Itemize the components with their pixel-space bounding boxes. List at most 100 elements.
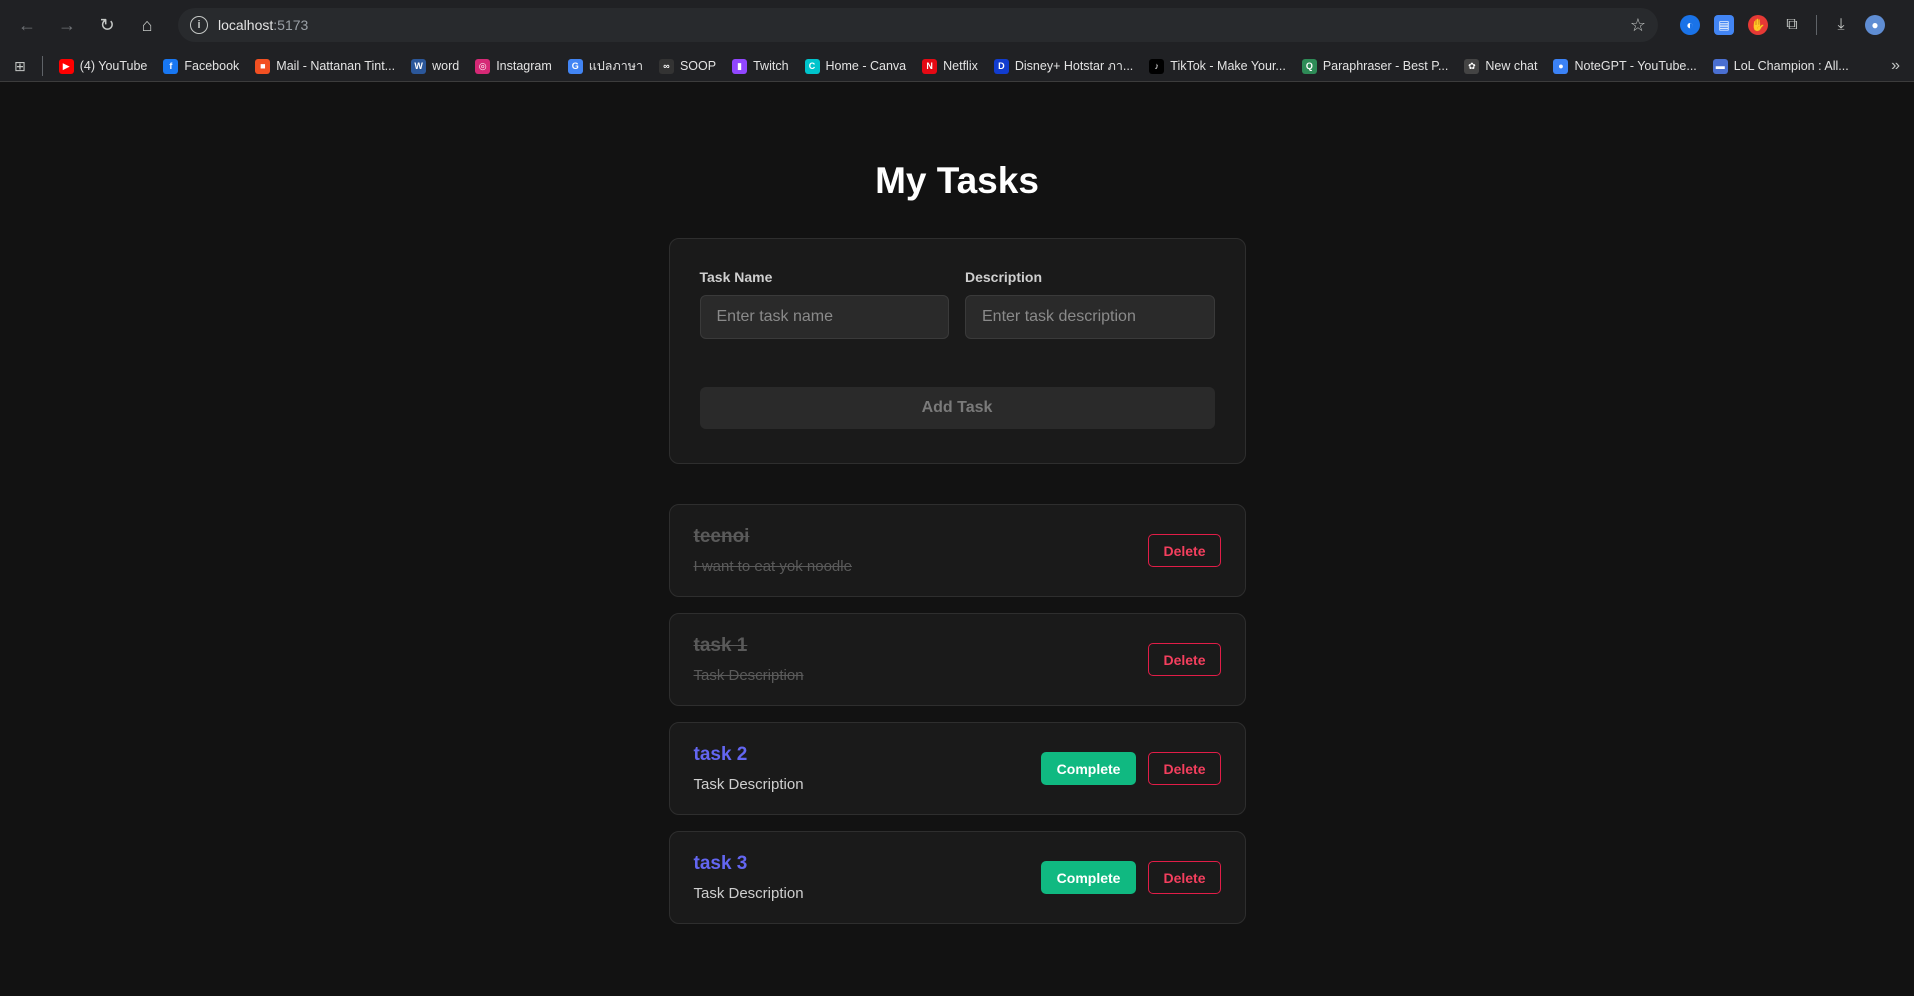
bookmark-label: Facebook xyxy=(184,59,240,73)
bookmark-item[interactable]: Wword xyxy=(411,58,460,74)
bookmark-label: (4) YouTube xyxy=(79,59,148,73)
bookmark-item[interactable]: ▬ LoL Champion : All... xyxy=(1712,58,1849,74)
notegpt-icon: ● xyxy=(1553,58,1569,74)
task-text: task 1 Task Description xyxy=(694,635,804,684)
bookmark-item[interactable]: Q Paraphraser - Best P... xyxy=(1301,58,1449,74)
microsoft-icon: ■ xyxy=(255,58,271,74)
soop-icon: ∞ xyxy=(658,58,674,74)
add-task-form: Task Name Description Add Task xyxy=(668,238,1246,464)
task-description: Task Description xyxy=(693,776,804,793)
task-card: task 1 Task Description Delete xyxy=(668,613,1246,706)
bookmark-label: LoL Champion : All... xyxy=(1733,59,1849,73)
bookmark-label: NoteGPT - YouTube... xyxy=(1574,59,1697,73)
task-actions: Delete xyxy=(1148,534,1221,567)
back-arrow-icon[interactable]: ← xyxy=(10,8,44,42)
description-label: Description xyxy=(965,269,1043,285)
paraphraser-icon: Q xyxy=(1301,58,1317,74)
url-host: localhost xyxy=(218,17,274,33)
address-bar[interactable]: i localhost:5173 ☆ xyxy=(178,8,1658,42)
apps-grid-icon[interactable]: ⊞ xyxy=(14,58,26,75)
bookmark-label: word xyxy=(432,59,460,73)
bookmark-item[interactable]: N Netflix xyxy=(922,58,978,74)
bookmarks-bar: ⊞ ▶ (4) YouTube f Facebook ■ Mail - Nattanan … xyxy=(0,50,1914,82)
docs-extension-icon[interactable]: ▤ xyxy=(1714,15,1734,35)
url-text[interactable]: localhost:5173 xyxy=(218,17,308,33)
task-name: task 3 xyxy=(693,853,748,874)
task-name-field: Task Name xyxy=(699,269,949,339)
disney-icon: D xyxy=(993,58,1009,74)
task-app: My Tasks Task Name Description Add Task … xyxy=(0,82,1914,996)
description-input[interactable] xyxy=(965,295,1215,339)
bookmark-item[interactable]: ✿ New chat xyxy=(1464,58,1538,74)
extensions-area: ◐ ▤ ✋ ⧉ ⤓ ● xyxy=(1680,15,1885,35)
home-icon[interactable]: ⌂ xyxy=(130,8,164,42)
canva-icon: C xyxy=(804,58,820,74)
task-name: teenoi xyxy=(693,526,750,547)
browser-toolbar: ← → ↻ ⌂ i localhost:5173 ☆ ◐ ▤ ✋ ⧉ ⤓ ● xyxy=(0,0,1914,50)
forward-arrow-icon[interactable]: → xyxy=(50,8,84,42)
task-name-label: Task Name xyxy=(699,269,773,285)
task-actions: Delete xyxy=(1148,643,1221,676)
twitch-icon: ▮ xyxy=(732,58,748,74)
bookmark-label: TikTok - Make Your... xyxy=(1170,59,1286,73)
bookmark-label: Disney+ Hotstar ภา... xyxy=(1014,59,1134,73)
bookmark-star-icon[interactable]: ☆ xyxy=(1630,15,1646,36)
bookmark-item[interactable]: ∞ SOOP xyxy=(658,58,716,74)
translate-icon: G xyxy=(567,58,583,74)
task-card: task 2 Task Description Complete Delete xyxy=(668,722,1246,815)
form-fields: Task Name Description xyxy=(699,269,1215,339)
description-field: Description xyxy=(965,269,1215,339)
task-name: task 2 xyxy=(693,744,748,765)
task-actions: Complete Delete xyxy=(1040,752,1221,785)
bookmark-label: New chat xyxy=(1485,59,1538,73)
bookmark-item[interactable]: ♪ TikTok - Make Your... xyxy=(1149,58,1286,74)
bookmark-item[interactable]: ◎ Instagram xyxy=(475,58,552,74)
page-title: My Tasks xyxy=(875,160,1039,201)
bookmark-item[interactable]: ■ Mail - Nattanan Tint... xyxy=(255,58,395,74)
bookmark-item[interactable]: ▶ (4) YouTube xyxy=(58,58,148,74)
chatgpt-icon: ✿ xyxy=(1464,58,1480,74)
bookmark-label: Twitch xyxy=(753,59,789,73)
task-name: task 1 xyxy=(693,635,748,656)
browser-chrome: ← → ↻ ⌂ i localhost:5173 ☆ ◐ ▤ ✋ ⧉ ⤓ ● ⊞… xyxy=(0,0,1914,82)
task-list: teenoi I want to eat yok noodle Delete task… xyxy=(668,504,1246,924)
bookmark-label: Paraphraser - Best P... xyxy=(1322,59,1449,73)
tiktok-icon: ♪ xyxy=(1149,58,1165,74)
youtube-icon: ▶ xyxy=(58,58,74,74)
extension-icon[interactable]: ◐ xyxy=(1680,15,1700,35)
task-description: I want to eat yok noodle xyxy=(693,558,852,575)
site-info-icon[interactable]: i xyxy=(190,16,208,34)
bookmark-item[interactable]: C Home - Canva xyxy=(804,58,907,74)
bookmark-item[interactable]: ▮ Twitch xyxy=(732,58,789,74)
bookmark-item[interactable]: G แปลภาษา xyxy=(567,56,643,76)
complete-button[interactable]: Complete xyxy=(1040,752,1137,785)
bookmark-item[interactable]: f Facebook xyxy=(163,58,240,74)
more-bookmarks-icon[interactable]: » xyxy=(1891,57,1900,75)
delete-button[interactable]: Delete xyxy=(1148,861,1221,894)
delete-button[interactable]: Delete xyxy=(1148,643,1221,676)
bookmarks-divider xyxy=(41,56,43,76)
bookmark-label: Instagram xyxy=(496,59,552,73)
download-icon[interactable]: ⤓ xyxy=(1831,15,1851,35)
task-text: task 3 Task Description xyxy=(694,853,804,902)
bookmark-item[interactable]: ● NoteGPT - YouTube... xyxy=(1553,58,1697,74)
toolbar-divider xyxy=(1816,15,1817,35)
lol-icon: ▬ xyxy=(1712,58,1728,74)
task-card: teenoi I want to eat yok noodle Delete xyxy=(668,504,1246,597)
task-text: task 2 Task Description xyxy=(694,744,804,793)
delete-button[interactable]: Delete xyxy=(1148,534,1221,567)
task-description: Task Description xyxy=(693,885,804,902)
delete-button[interactable]: Delete xyxy=(1148,752,1221,785)
word-icon: W xyxy=(411,58,427,74)
adblock-extension-icon[interactable]: ✋ xyxy=(1748,15,1768,35)
task-name-input[interactable] xyxy=(699,295,949,339)
task-actions: Complete Delete xyxy=(1040,861,1221,894)
add-task-button[interactable]: Add Task xyxy=(699,387,1215,429)
profile-avatar[interactable]: ● xyxy=(1865,15,1885,35)
puzzle-icon[interactable]: ⧉ xyxy=(1782,15,1802,35)
bookmark-label: Netflix xyxy=(943,59,978,73)
reload-icon[interactable]: ↻ xyxy=(90,8,124,42)
bookmark-item[interactable]: D Disney+ Hotstar ภา... xyxy=(993,56,1134,76)
complete-button[interactable]: Complete xyxy=(1040,861,1137,894)
bookmark-label: Home - Canva xyxy=(825,59,907,73)
